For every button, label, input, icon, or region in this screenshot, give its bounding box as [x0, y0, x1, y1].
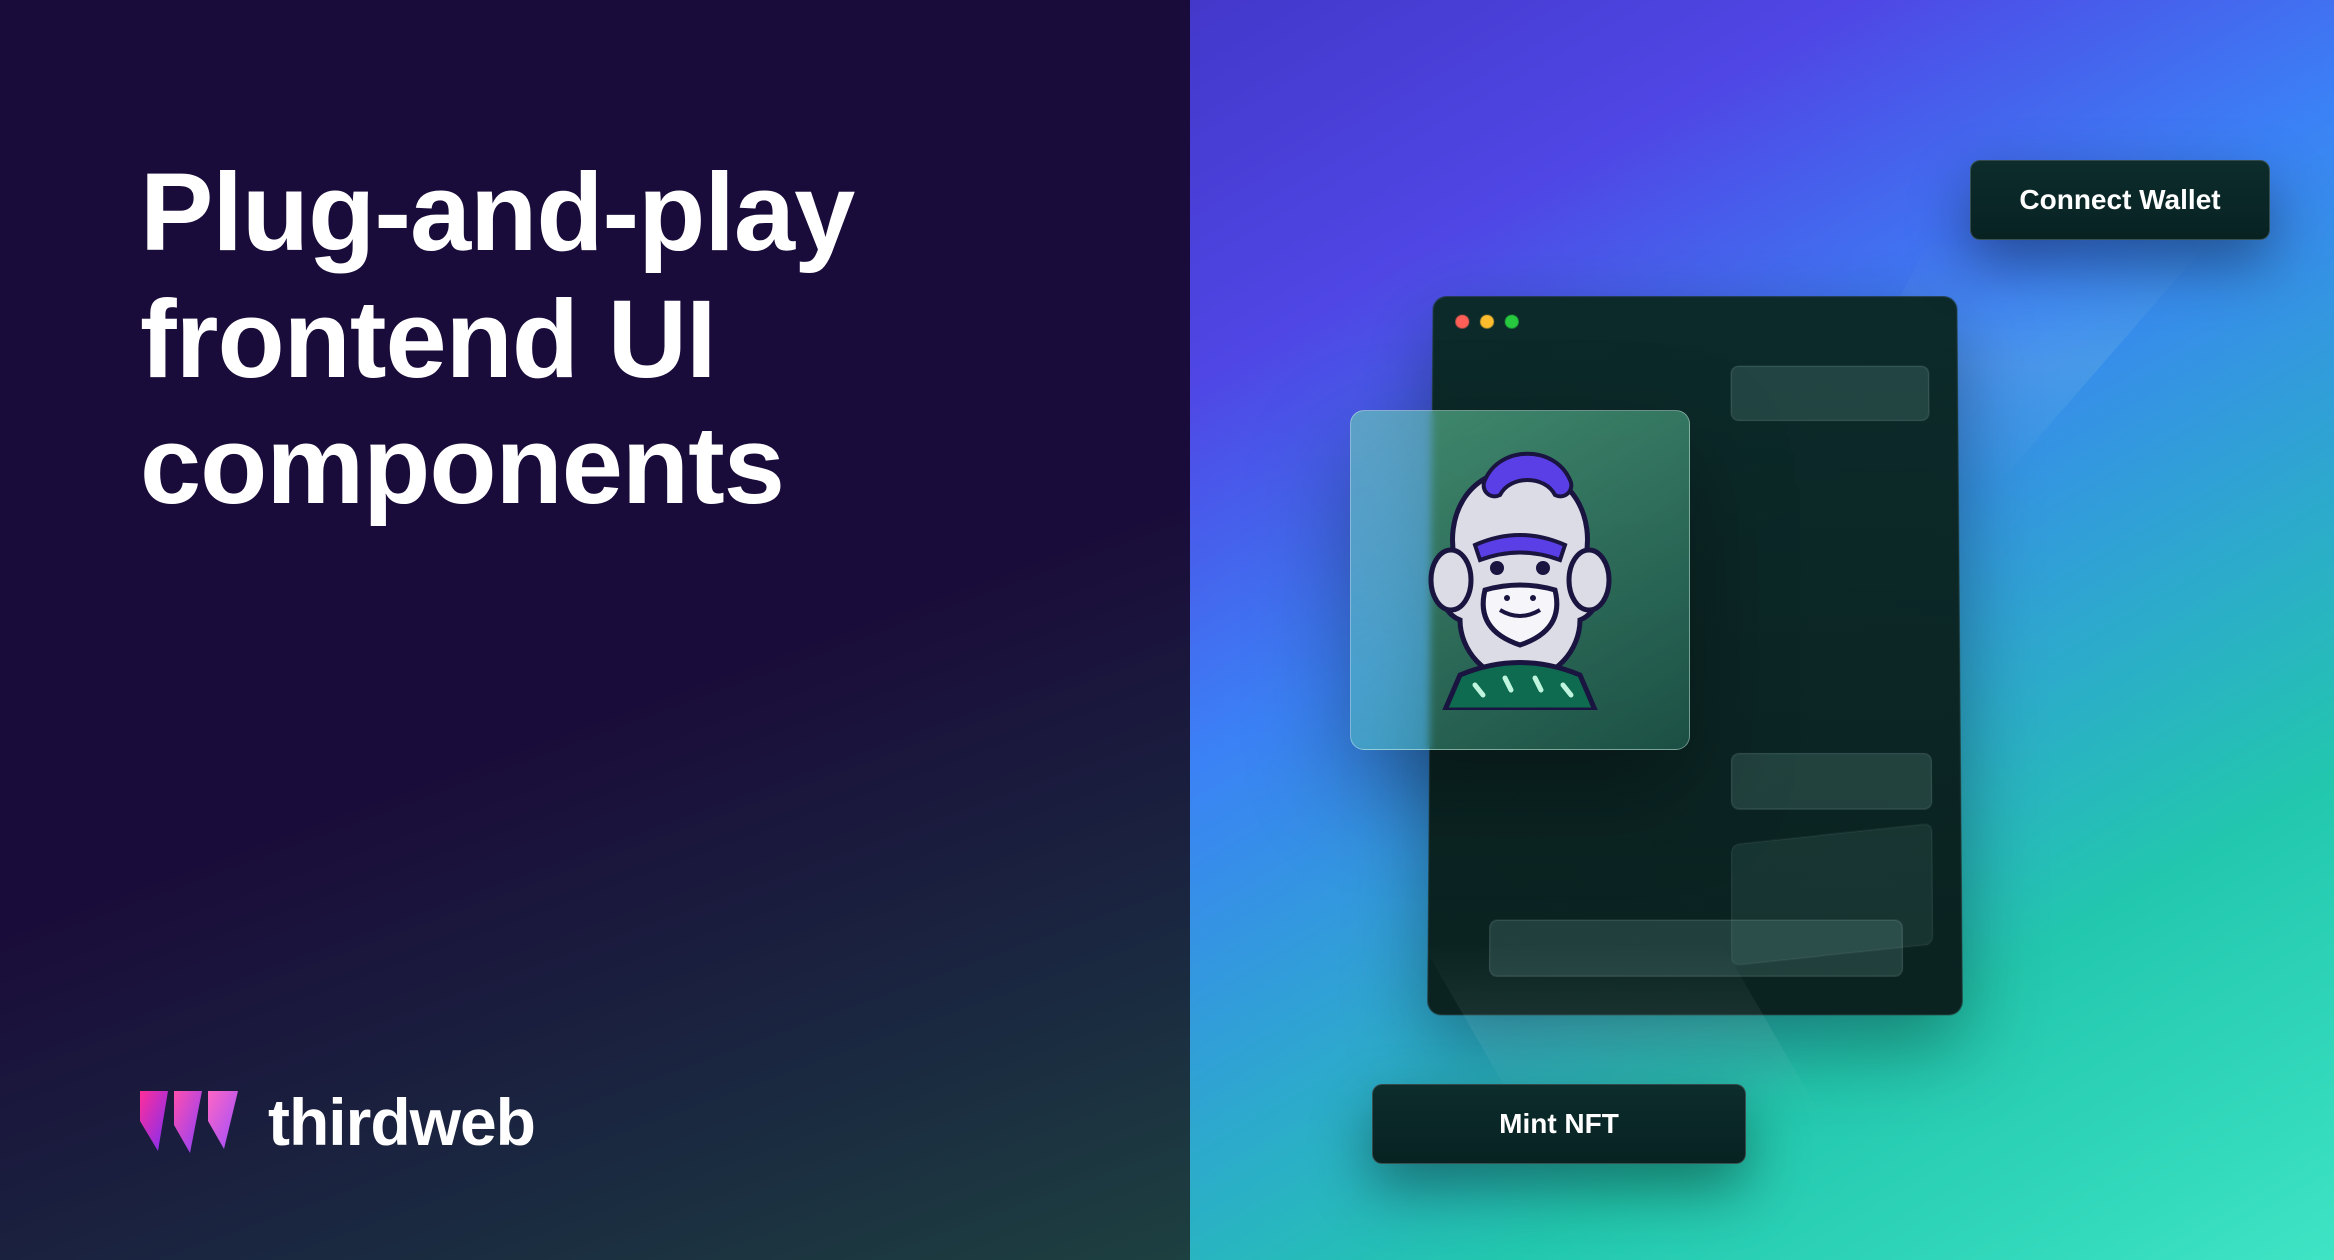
button-label: Connect Wallet [2019, 184, 2220, 216]
illustration-scene: Connect Wallet Mint NFT [1190, 0, 2334, 1260]
ape-nft-icon [1405, 450, 1635, 710]
headline: Plug-and-play frontend UI components [140, 150, 1070, 530]
left-panel: Plug-and-play frontend UI components [0, 0, 1190, 1260]
mint-nft-button[interactable]: Mint NFT [1372, 1084, 1746, 1164]
brand-logo: thirdweb [140, 1084, 1070, 1160]
placeholder-block [1731, 753, 1932, 809]
connect-wallet-button[interactable]: Connect Wallet [1970, 160, 2270, 240]
traffic-light-minimize-icon [1480, 315, 1494, 329]
traffic-light-zoom-icon [1505, 315, 1519, 329]
window-title-bar [1433, 297, 1956, 346]
nft-card [1350, 410, 1690, 750]
placeholder-block [1731, 366, 1930, 421]
thirdweb-logo-icon [140, 1091, 240, 1153]
button-label: Mint NFT [1499, 1108, 1619, 1140]
right-panel: Connect Wallet Mint NFT [1190, 0, 2334, 1260]
traffic-light-close-icon [1455, 315, 1469, 329]
brand-name: thirdweb [268, 1084, 535, 1160]
